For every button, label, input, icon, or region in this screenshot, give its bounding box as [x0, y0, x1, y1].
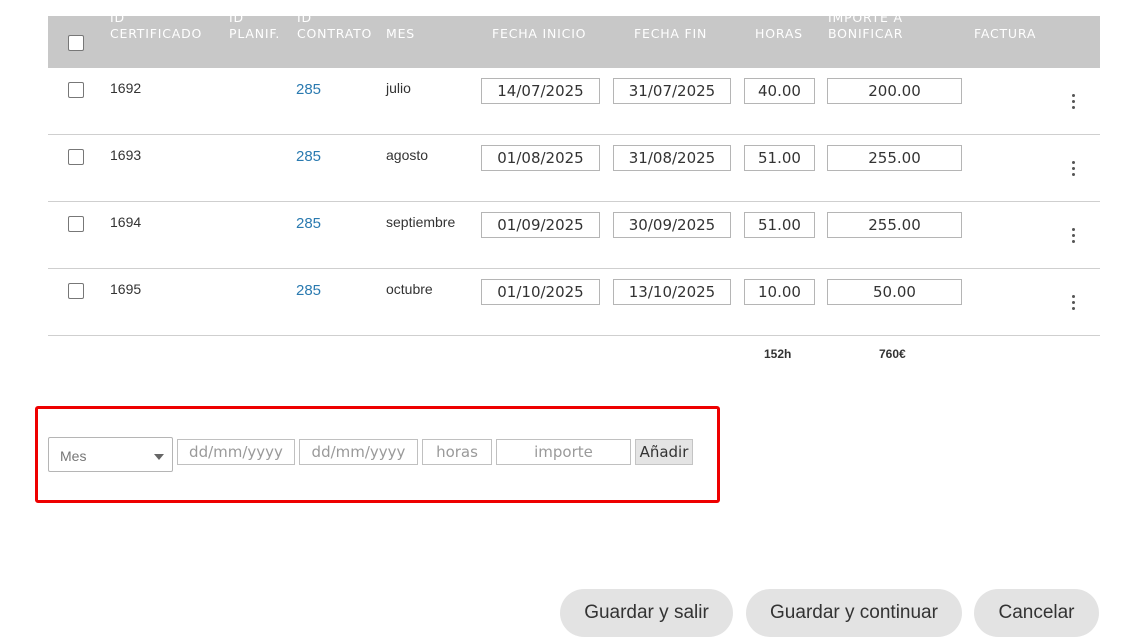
- kebab-menu-icon[interactable]: [1068, 161, 1078, 181]
- header-importe: IMPORTE A BONIFICAR: [828, 10, 904, 41]
- select-all-checkbox[interactable]: [68, 35, 84, 51]
- table-header: [48, 16, 1100, 68]
- row-fecha-fin-field[interactable]: 31/07/2025: [613, 78, 731, 104]
- row-checkbox[interactable]: [68, 149, 84, 165]
- row-id-certificado: 1694: [110, 214, 142, 230]
- row-horas-field[interactable]: 51.00: [744, 145, 815, 171]
- mes-select-value: Mes: [60, 448, 87, 464]
- header-id-certificado: ID CERTIFICADO: [110, 10, 203, 41]
- row-importe-field[interactable]: 50.00: [827, 279, 962, 305]
- row-mes: agosto: [386, 147, 429, 163]
- table-row: 1695 285 octubre 01/10/2025 13/10/2025 1…: [48, 269, 1100, 336]
- row-fecha-fin-field[interactable]: 31/08/2025: [613, 145, 731, 171]
- caret-down-icon: [154, 454, 164, 460]
- total-horas: 152h: [764, 347, 792, 361]
- add-button[interactable]: Añadir: [635, 439, 693, 465]
- horas-input[interactable]: [422, 439, 492, 465]
- row-importe-field[interactable]: 200.00: [827, 78, 962, 104]
- row-fecha-fin-field[interactable]: 30/09/2025: [613, 212, 731, 238]
- table-row: 1692 285 julio 14/07/2025 31/07/2025 40.…: [48, 68, 1100, 135]
- row-id-certificado: 1693: [110, 147, 142, 163]
- kebab-menu-icon[interactable]: [1068, 228, 1078, 248]
- mes-select[interactable]: Mes: [48, 437, 173, 472]
- row-mes: octubre: [386, 281, 433, 297]
- row-importe-field[interactable]: 255.00: [827, 145, 962, 171]
- total-importe: 760€: [879, 347, 906, 361]
- kebab-menu-icon[interactable]: [1068, 94, 1078, 114]
- row-id-certificado: 1692: [110, 80, 142, 96]
- fecha-fin-input[interactable]: [299, 439, 418, 465]
- row-horas-field[interactable]: 10.00: [744, 279, 815, 305]
- row-id-contrato-link[interactable]: 285: [296, 148, 321, 165]
- row-fecha-inicio-field[interactable]: 01/10/2025: [481, 279, 600, 305]
- header-id-contrato: ID CONTRATO: [297, 10, 373, 41]
- row-horas-field[interactable]: 40.00: [744, 78, 815, 104]
- row-horas-field[interactable]: 51.00: [744, 212, 815, 238]
- row-mes: septiembre: [386, 214, 456, 230]
- row-id-contrato-link[interactable]: 285: [296, 81, 321, 98]
- header-fecha-fin: FECHA FIN: [634, 26, 708, 41]
- header-fecha-inicio: FECHA INICIO: [492, 26, 587, 41]
- row-checkbox[interactable]: [68, 216, 84, 232]
- header-factura: FACTURA: [974, 26, 1037, 41]
- row-checkbox[interactable]: [68, 82, 84, 98]
- row-id-certificado: 1695: [110, 281, 142, 297]
- header-mes: MES: [386, 26, 416, 41]
- row-id-contrato-link[interactable]: 285: [296, 282, 321, 299]
- header-id-planif: ID PLANIF.: [229, 10, 281, 41]
- fecha-inicio-input[interactable]: [177, 439, 295, 465]
- table-row: 1694 285 septiembre 01/09/2025 30/09/202…: [48, 202, 1100, 269]
- row-importe-field[interactable]: 255.00: [827, 212, 962, 238]
- row-id-contrato-link[interactable]: 285: [296, 215, 321, 232]
- row-checkbox[interactable]: [68, 283, 84, 299]
- row-fecha-inicio-field[interactable]: 01/09/2025: [481, 212, 600, 238]
- kebab-menu-icon[interactable]: [1068, 295, 1078, 315]
- header-horas: HORAS: [755, 26, 803, 41]
- row-fecha-fin-field[interactable]: 13/10/2025: [613, 279, 731, 305]
- save-exit-button[interactable]: Guardar y salir: [560, 589, 733, 637]
- row-fecha-inicio-field[interactable]: 14/07/2025: [481, 78, 600, 104]
- cancel-button[interactable]: Cancelar: [974, 589, 1099, 637]
- save-continue-button[interactable]: Guardar y continuar: [746, 589, 962, 637]
- row-mes: julio: [386, 80, 411, 96]
- row-fecha-inicio-field[interactable]: 01/08/2025: [481, 145, 600, 171]
- importe-input[interactable]: [496, 439, 631, 465]
- table-row: 1693 285 agosto 01/08/2025 31/08/2025 51…: [48, 135, 1100, 202]
